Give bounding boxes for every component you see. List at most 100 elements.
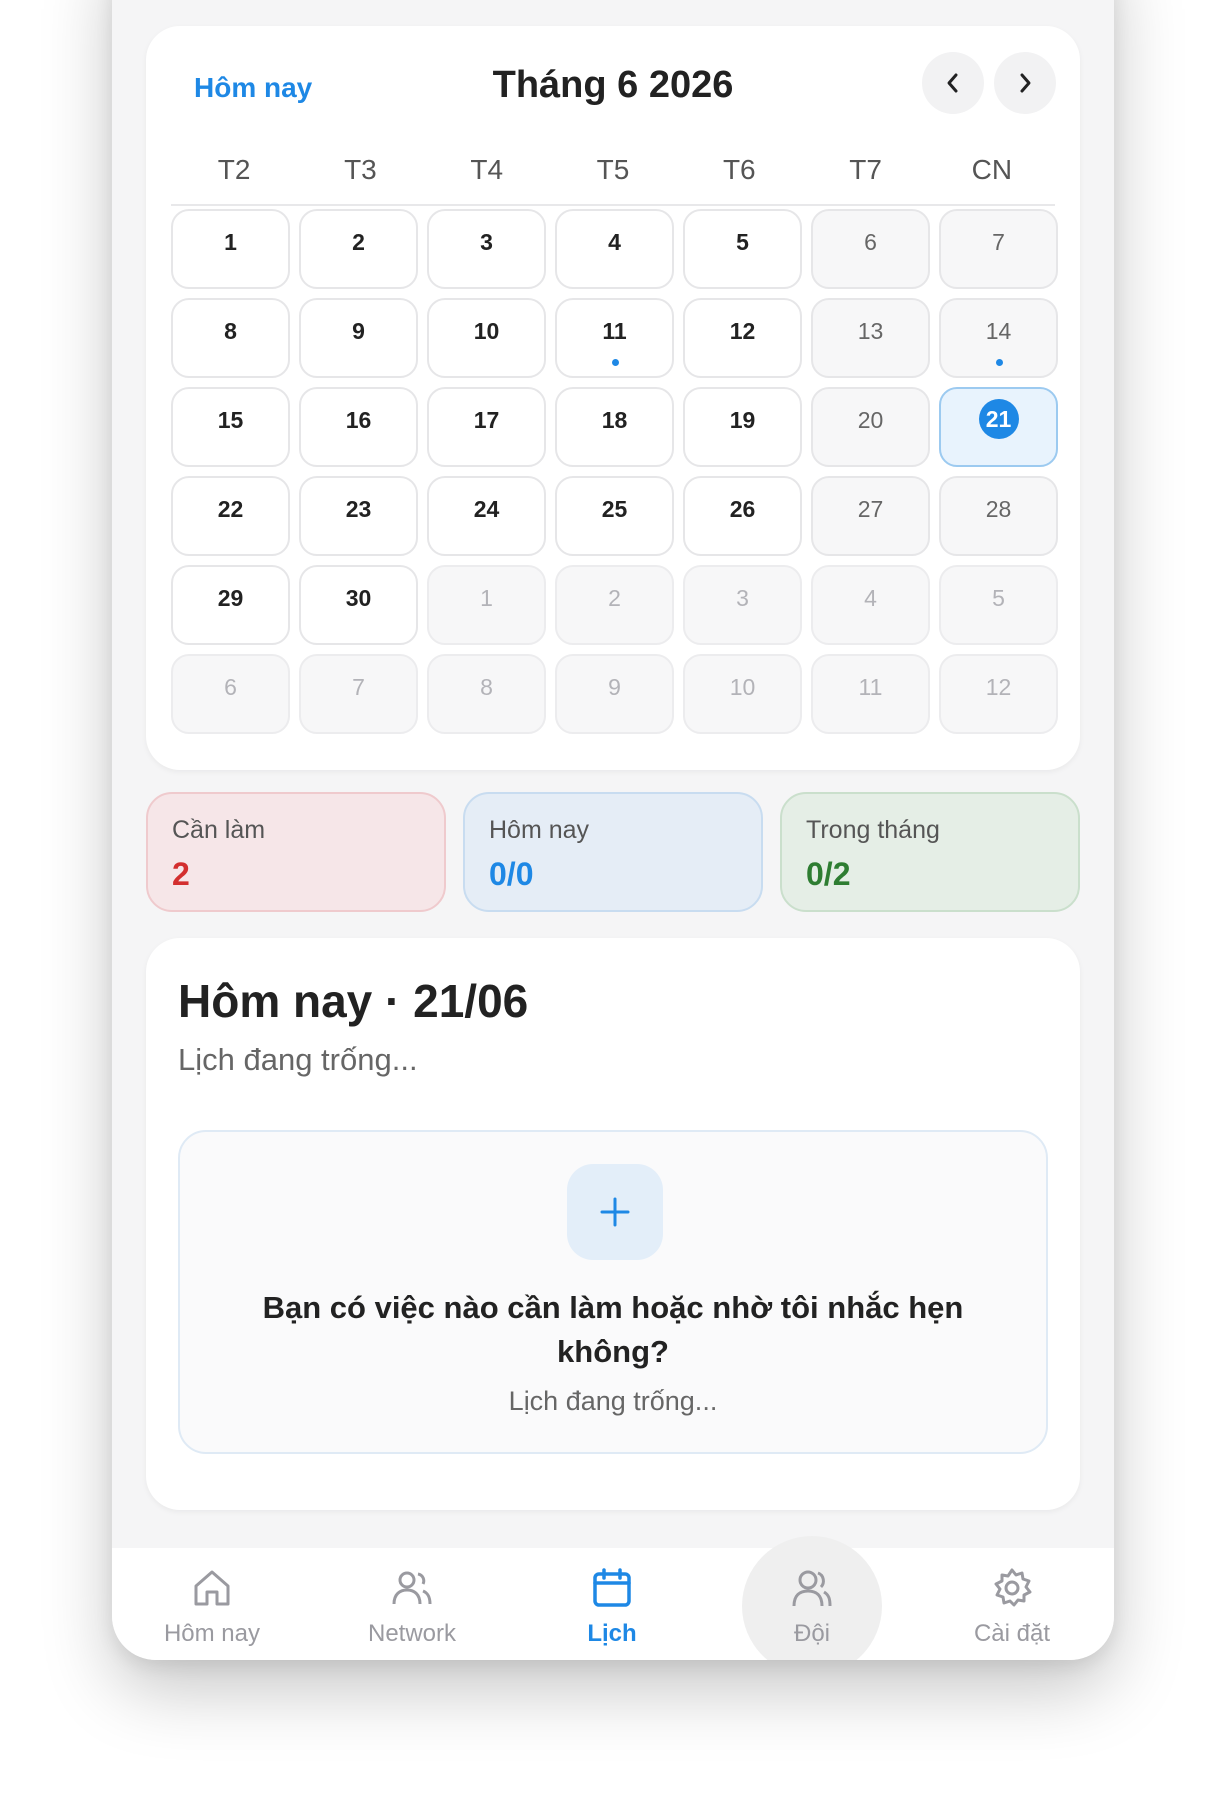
- prev-month-button[interactable]: [922, 52, 984, 114]
- tab-network[interactable]: Network: [312, 1548, 512, 1660]
- day-cell[interactable]: 22: [171, 476, 290, 556]
- day-number: 2: [608, 585, 621, 611]
- day-cell[interactable]: 19: [683, 387, 802, 467]
- day-number: 30: [345, 585, 372, 611]
- day-cell[interactable]: 11: [811, 654, 930, 734]
- day-number: 1: [480, 585, 493, 611]
- today-card: Hôm nay · 21/06 Lịch đang trống... Bạn c…: [146, 938, 1080, 1510]
- day-number: 29: [217, 585, 244, 611]
- day-cell[interactable]: 28: [939, 476, 1058, 556]
- today-subtitle: Lịch đang trống...: [178, 1042, 418, 1077]
- day-cell[interactable]: 10: [427, 298, 546, 378]
- users-icon: [392, 1571, 432, 1605]
- team-icon: [792, 1570, 832, 1607]
- day-cell[interactable]: 2: [299, 209, 418, 289]
- day-cell[interactable]: 14: [939, 298, 1058, 378]
- today-title: Hôm nay · 21/06: [178, 975, 529, 1027]
- day-cell[interactable]: 11: [555, 298, 674, 378]
- tab-settings-label: Cài đặt: [973, 1620, 1051, 1647]
- day-cell-selected[interactable]: 21: [939, 387, 1058, 467]
- day-cell[interactable]: 5: [939, 565, 1058, 645]
- day-number: 15: [217, 407, 244, 433]
- day-number: 10: [729, 674, 756, 700]
- day-cell[interactable]: 3: [427, 209, 546, 289]
- chevron-right-icon: [1020, 73, 1031, 93]
- tab-team[interactable]: Đội: [712, 1548, 912, 1660]
- day-cell[interactable]: 30: [299, 565, 418, 645]
- day-number: 5: [736, 229, 749, 255]
- home-icon: [194, 1570, 230, 1606]
- day-cell[interactable]: 8: [171, 298, 290, 378]
- stat-todo-value: 2: [172, 856, 190, 892]
- stat-today-card[interactable]: Hôm nay 0/0: [463, 792, 763, 912]
- day-number: 8: [480, 674, 493, 700]
- stat-month-card[interactable]: Trong tháng 0/2: [780, 792, 1080, 912]
- tab-settings[interactable]: Cài đặt: [912, 1548, 1112, 1660]
- weekday-header: T2 T3 T4 T5 T6 T7 CN: [171, 154, 1055, 206]
- day-cell[interactable]: 9: [299, 298, 418, 378]
- day-number: 23: [345, 496, 372, 522]
- day-cell[interactable]: 12: [683, 298, 802, 378]
- day-cell[interactable]: 15: [171, 387, 290, 467]
- weekday-label: T7: [849, 154, 882, 185]
- day-cell[interactable]: 27: [811, 476, 930, 556]
- day-number: 6: [224, 674, 237, 700]
- day-cell[interactable]: 2: [555, 565, 674, 645]
- day-cell[interactable]: 6: [811, 209, 930, 289]
- next-month-button[interactable]: [994, 52, 1056, 114]
- weekday-label: T2: [217, 154, 251, 185]
- calendar-card: Hôm nay Tháng 6 2026 T2 T3 T4 T5 T6 T7 CN 1234…: [146, 26, 1080, 770]
- day-cell[interactable]: 1: [427, 565, 546, 645]
- day-cell[interactable]: 12: [939, 654, 1058, 734]
- bottom-tab-bar: Hôm nay Network Lịch Đội Cài đặt: [112, 1536, 1114, 1660]
- tab-home[interactable]: Hôm nay: [112, 1548, 312, 1660]
- day-cell[interactable]: 25: [555, 476, 674, 556]
- weekday-label: T5: [596, 154, 630, 185]
- day-cell[interactable]: 20: [811, 387, 930, 467]
- day-cell[interactable]: 7: [939, 209, 1058, 289]
- tab-calendar[interactable]: Lịch: [512, 1548, 712, 1660]
- stat-today-value: 0/0: [489, 856, 534, 892]
- day-cell[interactable]: 8: [427, 654, 546, 734]
- day-number: 17: [473, 407, 500, 433]
- gear-icon: [994, 1568, 1032, 1607]
- chevron-left-icon: [947, 73, 958, 93]
- day-cell[interactable]: 7: [299, 654, 418, 734]
- day-number: 4: [864, 585, 877, 611]
- day-cell[interactable]: 29: [171, 565, 290, 645]
- stat-today-label: Hôm nay: [489, 816, 590, 844]
- calendar-header: Hôm nay Tháng 6 2026: [146, 26, 1080, 146]
- day-cell[interactable]: 18: [555, 387, 674, 467]
- day-cell[interactable]: 17: [427, 387, 546, 467]
- day-number: 24: [473, 496, 500, 522]
- day-cell[interactable]: 4: [555, 209, 674, 289]
- day-number: 12: [729, 318, 756, 344]
- day-number: 18: [601, 407, 628, 433]
- day-number: 16: [345, 407, 372, 433]
- stat-todo-card[interactable]: Cần làm 2: [146, 792, 446, 912]
- day-number: 21: [978, 399, 1019, 439]
- day-cell[interactable]: 9: [555, 654, 674, 734]
- day-number: 19: [729, 407, 756, 433]
- day-grid: 1 2 3 4 5 6 7 8 9 10 11 12 13 14 15 16 17 18 19 20 21 22 23 24 2…: [171, 209, 1058, 734]
- day-cell[interactable]: 10: [683, 654, 802, 734]
- day-cell[interactable]: 13: [811, 298, 930, 378]
- weekday-label: T6: [722, 154, 756, 185]
- day-cell[interactable]: 16: [299, 387, 418, 467]
- day-cell[interactable]: 3: [683, 565, 802, 645]
- day-cell[interactable]: 5: [683, 209, 802, 289]
- weekday-label: CN: [971, 154, 1013, 185]
- day-number: 6: [864, 229, 877, 255]
- day-cell[interactable]: 6: [171, 654, 290, 734]
- add-task-button[interactable]: [567, 1164, 663, 1260]
- day-cell[interactable]: 1: [171, 209, 290, 289]
- day-cell[interactable]: 4: [811, 565, 930, 645]
- day-number: 27: [857, 496, 884, 522]
- stat-month-value: 0/2: [806, 856, 851, 892]
- tab-home-label: Hôm nay: [163, 1620, 261, 1647]
- day-cell[interactable]: 24: [427, 476, 546, 556]
- tab-network-label: Network: [367, 1620, 457, 1647]
- day-cell[interactable]: 26: [683, 476, 802, 556]
- day-cell[interactable]: 23: [299, 476, 418, 556]
- day-number: 8: [224, 318, 237, 344]
